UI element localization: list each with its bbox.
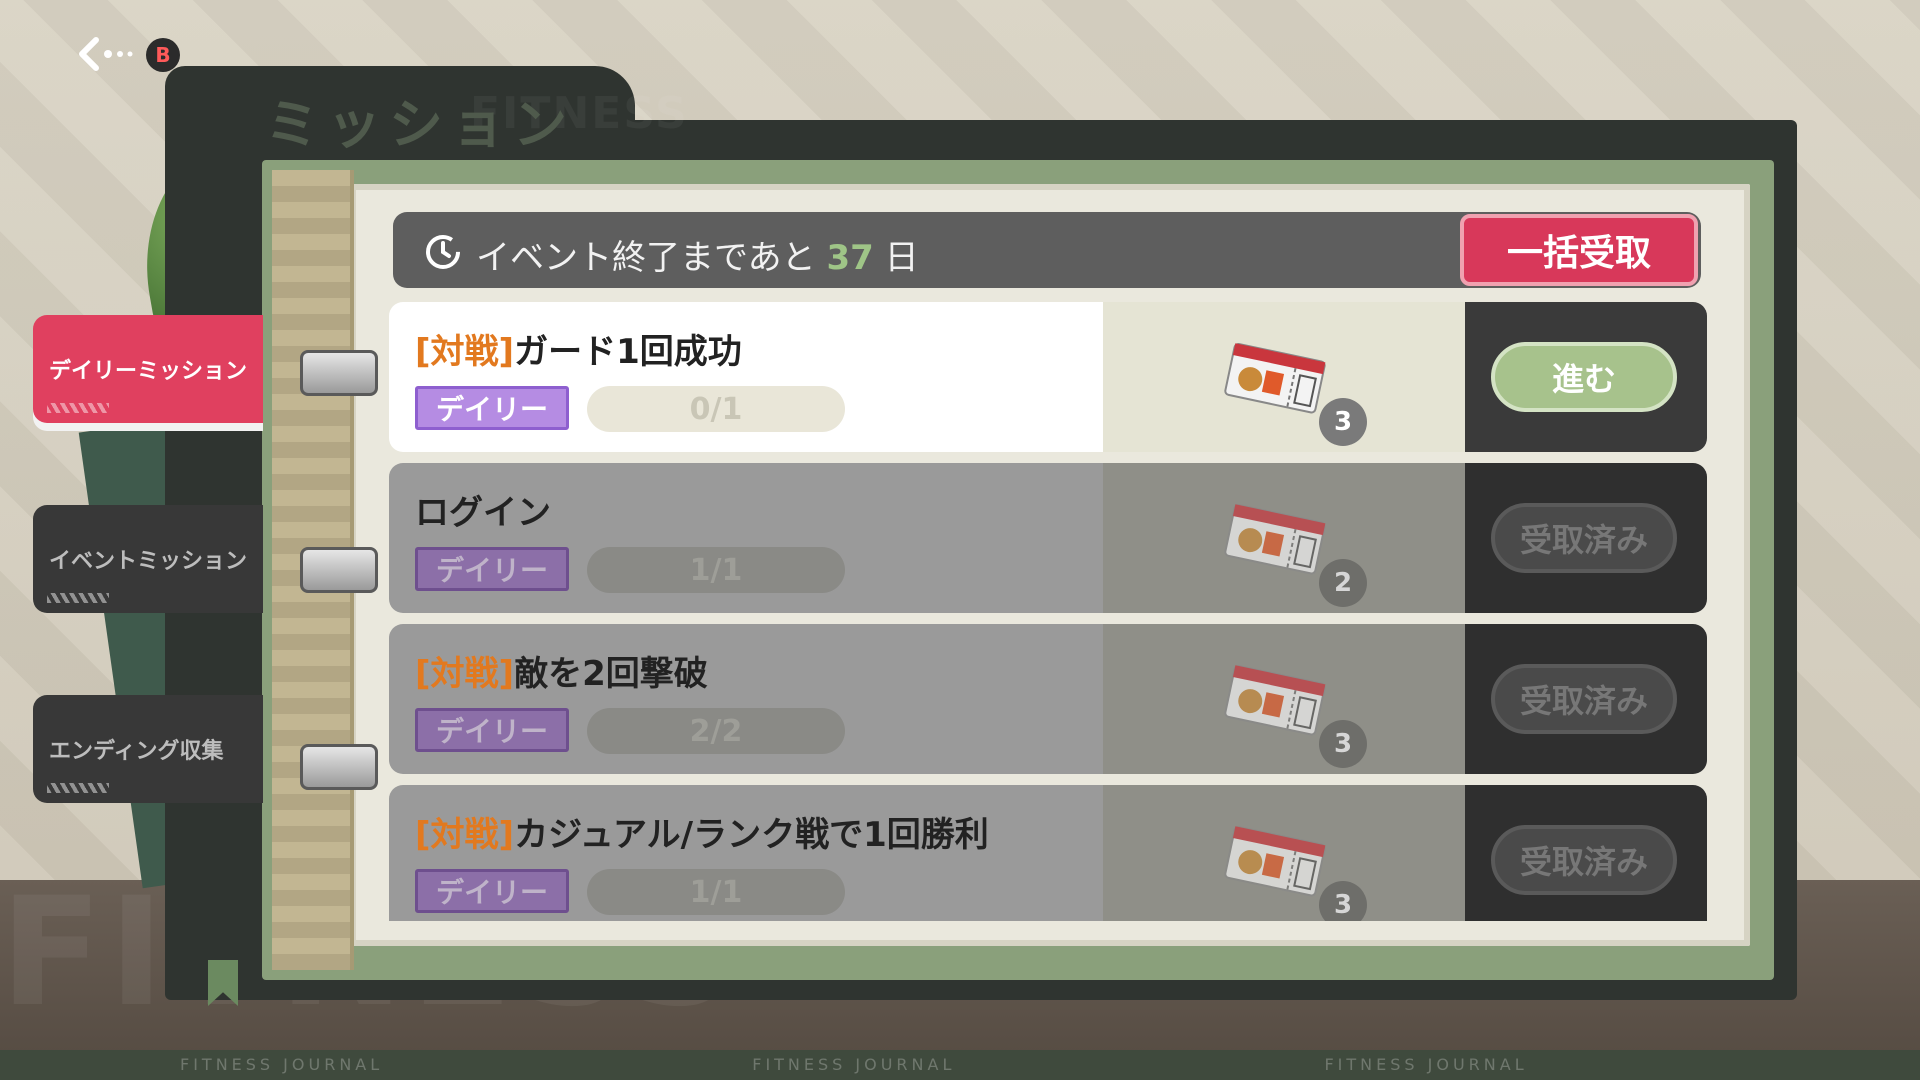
countdown-suffix: 日 — [884, 238, 919, 278]
page-title: ミッション — [265, 93, 575, 156]
mission-name: カジュアル/ランク戦で1回勝利 — [514, 815, 989, 855]
tab-label: デイリーミッション — [49, 359, 248, 384]
mission-title: ログイン — [415, 485, 551, 534]
go-button[interactable]: 進む — [1491, 342, 1677, 412]
mission-info: [対戦]ガード1回成功 デイリー 0/1 — [389, 302, 1103, 452]
countdown-prefix: イベント終了まであと — [476, 238, 816, 278]
b-key-hint: B — [146, 38, 180, 72]
progress-pill: 1/1 — [587, 869, 845, 915]
mission-name: 敵を2回撃破 — [514, 654, 708, 694]
reward-slot: 3 — [1103, 785, 1465, 921]
action-slot: 進む — [1465, 302, 1707, 452]
daily-badge: デイリー — [415, 708, 569, 752]
mission-tag: [対戦] — [415, 332, 515, 372]
tab-stripe — [47, 783, 109, 793]
daily-badge: デイリー — [415, 547, 569, 591]
claimed-button: 受取済み — [1491, 503, 1677, 573]
mission-title: [対戦]敵を2回撃破 — [415, 646, 708, 695]
mission-tag: [対戦] — [415, 815, 515, 855]
mission-row: [対戦]敵を2回撃破 デイリー 2/2 3 受取済み — [389, 624, 1707, 774]
mission-title: [対戦]ガード1回成功 — [415, 324, 742, 373]
claim-all-button[interactable]: 一括受取 — [1460, 214, 1698, 286]
progress-pill: 2/2 — [587, 708, 845, 754]
reward-count: 3 — [1319, 398, 1367, 446]
footer-text: FITNESS JOURNAL — [180, 1055, 384, 1074]
footer-text: FITNESS JOURNAL — [1324, 1055, 1528, 1074]
progress-pill: 0/1 — [587, 386, 845, 432]
daily-badge: デイリー — [415, 386, 569, 430]
footer-text: FITNESS JOURNAL — [752, 1055, 956, 1074]
tab-label: イベントミッション — [49, 549, 248, 574]
tab-stripe — [47, 593, 109, 603]
tab-stripe — [47, 403, 109, 413]
claimed-button: 受取済み — [1491, 664, 1677, 734]
event-countdown-text: イベント終了まであと 37 日 — [476, 230, 919, 279]
tab-event-missions[interactable]: イベントミッション — [33, 505, 263, 613]
tab-ending-collection[interactable]: エンディング収集 — [33, 695, 263, 803]
countdown-days: 37 — [826, 238, 874, 278]
reward-count: 3 — [1319, 720, 1367, 768]
food-ticket-icon — [1224, 342, 1326, 414]
progress-pill: 1/1 — [587, 547, 845, 593]
reward-count: 2 — [1319, 559, 1367, 607]
back-arrow-icon — [79, 37, 133, 71]
mission-name: ログイン — [415, 493, 551, 533]
action-slot: 受取済み — [1465, 785, 1707, 921]
reward-slot: 3 — [1103, 624, 1465, 774]
reward-slot: 3 — [1103, 302, 1465, 452]
mission-title: [対戦]カジュアル/ランク戦で1回勝利 — [415, 807, 989, 856]
food-ticket-icon — [1224, 503, 1326, 575]
daily-badge: デイリー — [415, 869, 569, 913]
mission-info: [対戦]敵を2回撃破 デイリー 2/2 — [389, 624, 1103, 774]
back-button[interactable] — [78, 34, 134, 74]
reward-count: 3 — [1319, 881, 1367, 921]
footer-strip: FITNESS JOURNAL FITNESS JOURNAL FITNESS … — [0, 1050, 1920, 1080]
action-slot: 受取済み — [1465, 624, 1707, 774]
mission-info: ログイン デイリー 1/1 — [389, 463, 1103, 613]
binder-ring — [300, 350, 378, 396]
reward-slot: 2 — [1103, 463, 1465, 613]
tab-label: エンディング収集 — [49, 739, 224, 764]
binder-ring — [300, 744, 378, 790]
mission-row: ログイン デイリー 1/1 2 受取済み — [389, 463, 1707, 613]
mission-row: [対戦]ガード1回成功 デイリー 0/1 3 進む — [389, 302, 1707, 452]
food-ticket-icon — [1224, 825, 1326, 897]
mission-row: [対戦]カジュアル/ランク戦で1回勝利 デイリー 1/1 3 受取済み — [389, 785, 1707, 921]
mission-tag: [対戦] — [415, 654, 515, 694]
food-ticket-icon — [1224, 664, 1326, 736]
mission-name: ガード1回成功 — [514, 332, 742, 372]
claimed-button: 受取済み — [1491, 825, 1677, 895]
mission-info: [対戦]カジュアル/ランク戦で1回勝利 デイリー 1/1 — [389, 785, 1103, 921]
tab-daily-missions[interactable]: デイリーミッション — [33, 315, 263, 423]
action-slot: 受取済み — [1465, 463, 1707, 613]
clock-icon — [426, 235, 460, 269]
binder-ring — [300, 547, 378, 593]
